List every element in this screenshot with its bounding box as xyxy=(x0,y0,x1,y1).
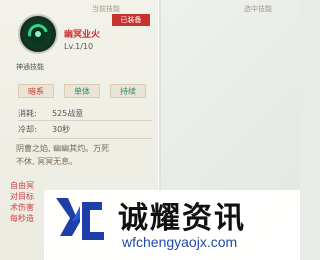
watermark-text: 诚耀资讯 xyxy=(118,201,246,236)
cooldown-row: 冷却: 30秒 xyxy=(18,124,70,135)
yc-logo-icon xyxy=(56,198,104,240)
skill-tags: 暗系 单体 持续 xyxy=(18,84,158,100)
tag-dark-element: 暗系 xyxy=(18,84,54,98)
cost-value: 525战意 xyxy=(52,109,84,118)
swirl-core xyxy=(35,31,41,37)
skill-name: 幽冥业火 xyxy=(64,30,101,40)
skill-level: Lv.1/10 xyxy=(64,42,94,51)
selected-skill-header: 选中技能 xyxy=(244,5,272,13)
description-line: 不休, 冥冥无息。 xyxy=(16,157,78,166)
current-skill-header: 当前技能 xyxy=(92,5,120,13)
equipped-badge: 已装备 xyxy=(112,14,150,26)
tag-single-target: 单体 xyxy=(64,84,100,98)
skill-description: 阴曹之焰, 幽幽其灼。万死 不休, 冥冥无息。 xyxy=(16,142,152,168)
tag-duration: 持续 xyxy=(110,84,146,98)
cooldown-value: 30秒 xyxy=(52,125,71,134)
watermark-url: wfchengyaojx.com xyxy=(122,234,238,250)
cost-row: 消耗: 525战意 xyxy=(18,108,83,119)
skill-flame-icon[interactable] xyxy=(18,14,58,54)
desc-separator xyxy=(18,138,152,139)
cost-label: 消耗: xyxy=(18,109,37,118)
stat-separator xyxy=(18,120,152,121)
skill-category: 神通技能 xyxy=(16,63,44,71)
description-line: 阴曹之焰, 幽幽其灼。万死 xyxy=(16,144,110,153)
cooldown-label: 冷却: xyxy=(18,125,37,134)
